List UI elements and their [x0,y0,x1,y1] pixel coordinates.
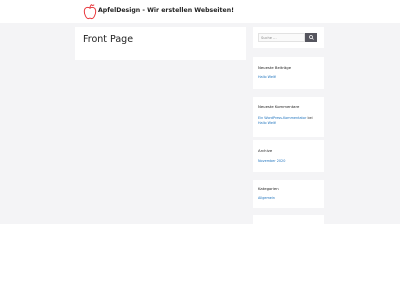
recent-posts-title: Neueste Beiträge [258,65,292,70]
page-title: Front Page [83,34,134,45]
comment-connector: bei [307,116,313,120]
archive-widget: Archive November 2020 [253,140,324,172]
recent-post-link[interactable]: Hallo Welt! [258,75,277,80]
sidebar-widget-partial [253,215,324,224]
archive-title: Archive [258,148,273,153]
recent-comments-title: Neueste Kommentare [258,104,300,109]
search-widget [253,27,324,48]
comment-post-link[interactable]: Hallo Welt! [258,121,277,126]
recent-posts-widget: Neueste Beiträge Hallo Welt! [253,57,324,89]
categories-title: Kategorien [258,186,279,191]
archive-link[interactable]: November 2020 [258,159,285,164]
site-header: ApfelDesign - Wir erstellen Webseiten! [0,0,400,23]
content-area: Front Page Neueste Beiträge Hallo Welt! … [0,23,400,224]
category-link[interactable]: Allgemein [258,196,275,201]
apple-logo-icon[interactable] [83,3,97,20]
categories-widget: Kategorien Allgemein [253,180,324,208]
main-content: Front Page [75,27,246,60]
site-title-link[interactable]: ApfelDesign - Wir erstellen Webseiten! [98,6,234,15]
search-icon [308,35,314,40]
comment-author-link[interactable]: Ein WordPress-Kommentator [258,116,306,120]
recent-comments-widget: Neueste Kommentare Ein WordPress-Komment… [253,97,324,137]
search-button[interactable] [305,33,317,42]
search-input[interactable] [258,33,305,42]
